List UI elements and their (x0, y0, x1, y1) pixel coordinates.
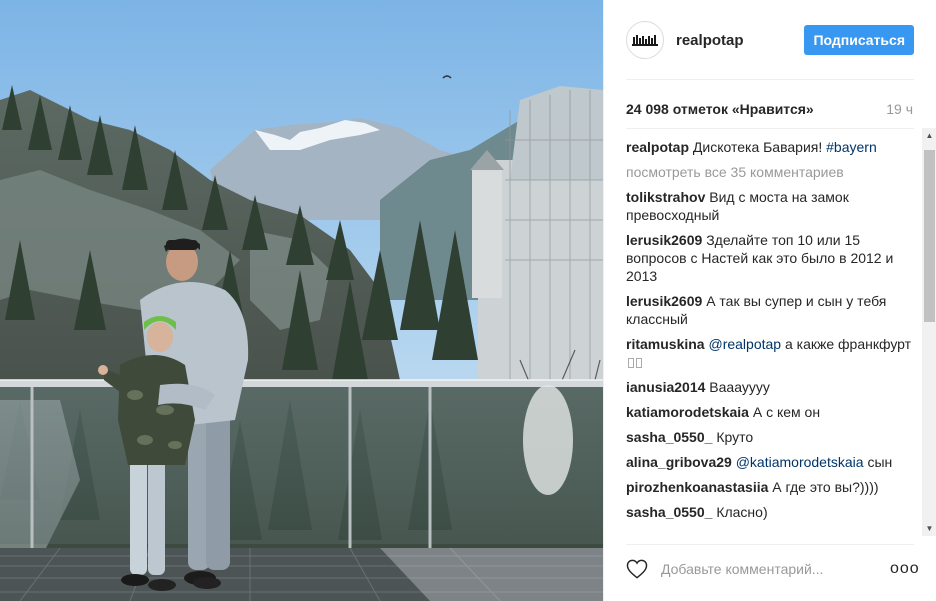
caption-username[interactable]: realpotap (626, 139, 689, 155)
comment-username[interactable]: alina_gribova29 (626, 454, 732, 470)
post-header: realpotap Подписаться (626, 20, 914, 60)
list-item: alina_gribova29 @katiamorodetskaia сын (626, 453, 912, 471)
comment-text: Круто (716, 429, 754, 445)
heart-icon[interactable] (626, 558, 648, 580)
avatar-logo (632, 35, 658, 46)
more-options-icon[interactable]: ооо (890, 560, 919, 578)
comment-username[interactable]: ritamuskina (626, 336, 705, 352)
likes-divider (626, 128, 914, 129)
post-details-panel: realpotap Подписаться 24 098 отметок «Нр… (603, 0, 936, 601)
scroll-down-arrow-icon[interactable]: ▼ (922, 521, 936, 536)
comment-username[interactable]: katiamorodetskaia (626, 404, 749, 420)
emoji-glyph (636, 358, 642, 368)
list-item: pirozhenkoanastasiia А где это вы?)))) (626, 478, 912, 496)
comment-text: Вааауууу (709, 379, 770, 395)
comment-username[interactable]: ianusia2014 (626, 379, 705, 395)
comment-username[interactable]: sasha_0550_ (626, 504, 712, 520)
emoji-glyph (628, 358, 634, 368)
comment-username[interactable]: lerusik2609 (626, 232, 702, 248)
comment-mention[interactable]: @katiamorodetskaia (736, 454, 864, 470)
scrollbar-thumb[interactable] (924, 150, 935, 322)
caption-text: Дискотека Бавария! (692, 139, 823, 155)
comment-input[interactable] (661, 561, 890, 577)
heart-icon-svg (626, 559, 648, 579)
header-divider (626, 79, 914, 80)
comments-list[interactable]: realpotap Дискотека Бавария! #bayern пос… (626, 138, 912, 540)
post-author-username[interactable]: realpotap (676, 32, 744, 49)
post-photo[interactable] (0, 0, 603, 601)
list-item: lerusik2609 Зделайте топ 10 или 15 вопро… (626, 231, 912, 285)
instagram-post: realpotap Подписаться 24 098 отметок «Нр… (0, 0, 936, 601)
list-item: tolikstrahov Вид с моста на замок превос… (626, 188, 912, 224)
comment-text: Класно) (716, 504, 768, 520)
comments-scrollbar[interactable]: ▲ ▼ (922, 128, 936, 536)
comment-username[interactable]: pirozhenkoanastasiia (626, 479, 768, 495)
list-item: sasha_0550_ Класно) (626, 503, 912, 521)
avatar[interactable] (626, 21, 664, 59)
likes-row: 24 098 отметок «Нравится» 19 ч (626, 101, 914, 119)
comment-username[interactable]: lerusik2609 (626, 293, 702, 309)
comments-divider (626, 544, 914, 545)
caption-hashtag[interactable]: #bayern (826, 139, 877, 155)
comment-username[interactable]: tolikstrahov (626, 189, 705, 205)
comment-text: сын (867, 454, 893, 470)
comment-username[interactable]: sasha_0550_ (626, 429, 712, 445)
comment-text: А с кем он (752, 404, 821, 420)
add-comment-bar: ооо (626, 555, 919, 583)
photo-illustration (0, 0, 603, 601)
list-item: ianusia2014 Вааауууу (626, 378, 912, 396)
list-item: sasha_0550_ Круто (626, 428, 912, 446)
comment-mention[interactable]: @realpotap (708, 336, 781, 352)
likes-count[interactable]: 24 098 отметок «Нравится» (626, 101, 814, 117)
comment-text: А где это вы?)))) (772, 479, 879, 495)
scroll-up-arrow-icon[interactable]: ▲ (922, 128, 936, 143)
follow-button[interactable]: Подписаться (804, 25, 914, 55)
list-item: ritamuskina @realpotap а какже франкфурт (626, 335, 912, 371)
list-item: lerusik2609 А так вы супер и сын у тебя … (626, 292, 912, 328)
comment-text: а какже франкфурт (784, 336, 912, 352)
view-all-comments-link[interactable]: посмотреть все 35 комментариев (626, 163, 912, 181)
caption: realpotap Дискотека Бавария! #bayern (626, 138, 912, 156)
post-time[interactable]: 19 ч (886, 101, 913, 117)
list-item: katiamorodetskaia А с кем он (626, 403, 912, 421)
